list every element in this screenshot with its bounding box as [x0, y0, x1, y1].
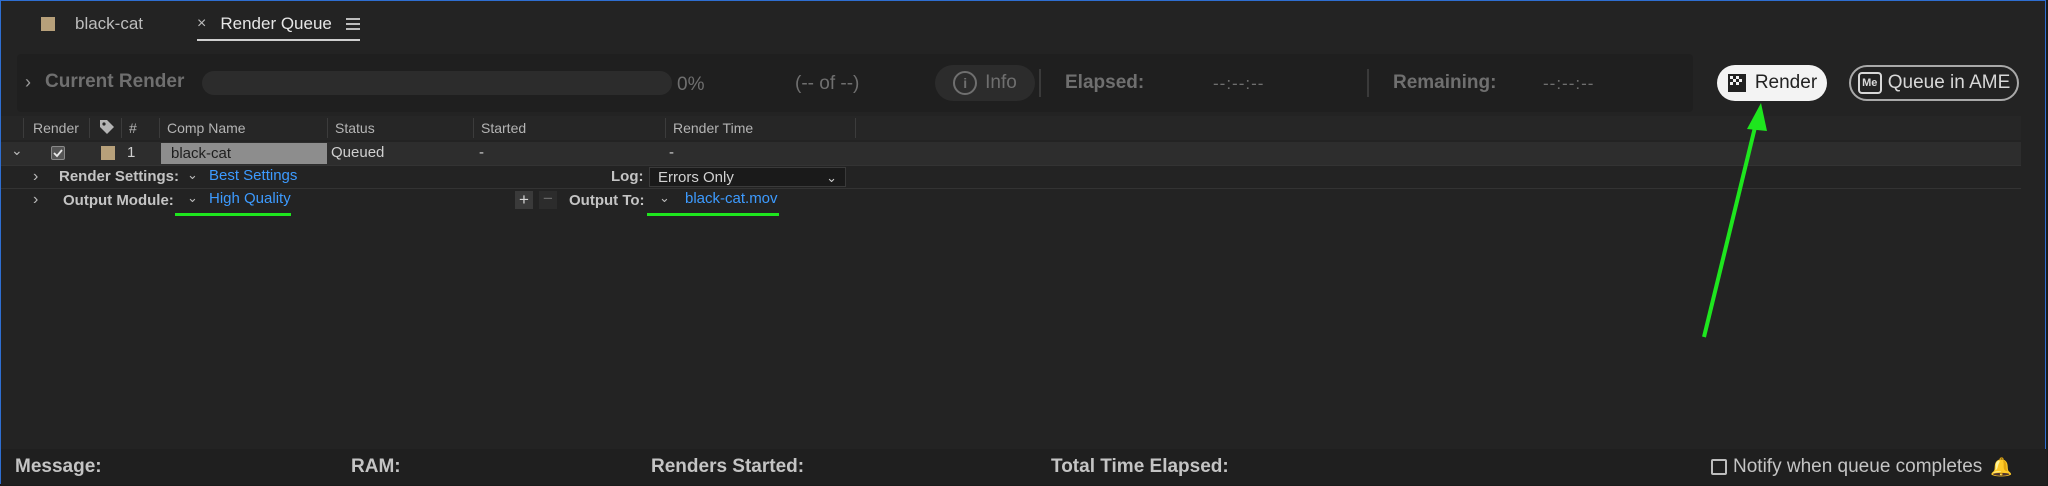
render-settings-link[interactable]: Best Settings [209, 167, 297, 184]
render-queue-panel: black-cat × Render Queue › Current Rende… [0, 0, 2047, 485]
render-settings-row: › Render Settings: ⌄ Best Settings Log: … [1, 167, 1001, 189]
log-dropdown[interactable]: Errors Only ⌄ [649, 167, 846, 187]
started-cell: - [479, 144, 484, 161]
output-to-label: Output To: [569, 192, 645, 209]
panel-menu-icon[interactable] [345, 18, 360, 30]
render-percent: 0% [677, 74, 705, 95]
notify-label: Notify when queue completes [1733, 456, 1983, 477]
annotation-underline [175, 213, 291, 216]
renders-started-label: Renders Started: [651, 456, 805, 477]
column-header-started[interactable]: Started [481, 120, 526, 136]
total-time-elapsed-label: Total Time Elapsed: [1051, 456, 1229, 477]
elapsed-label: Elapsed: [1065, 72, 1145, 93]
check-icon [53, 149, 63, 158]
label-tag-icon[interactable] [99, 119, 115, 135]
bell-settings-icon[interactable]: 🔔 [1990, 457, 2012, 478]
annotation-underline [647, 213, 779, 216]
output-to-link[interactable]: black-cat.mov [685, 190, 778, 207]
notify-checkbox[interactable] [1711, 459, 1727, 475]
add-output-module-button[interactable]: + [515, 191, 533, 209]
media-encoder-icon: Me [1857, 72, 1882, 94]
column-header-status[interactable]: Status [335, 120, 375, 136]
render-settings-dropdown-chevron[interactable]: ⌄ [187, 167, 198, 183]
remove-output-module-button[interactable]: − [539, 190, 557, 209]
comp-name-cell[interactable]: black-cat [161, 143, 327, 164]
status-footer: Message: RAM: Renders Started: Total Tim… [1, 449, 2047, 485]
render-checkbox[interactable] [51, 146, 65, 160]
queue-in-ame-button[interactable]: Me Queue in AME [1849, 65, 2019, 101]
chevron-right-icon[interactable]: › [33, 168, 38, 186]
row-number: 1 [127, 144, 136, 161]
chevron-right-icon[interactable]: › [33, 191, 38, 209]
render-count: (-- of --) [795, 73, 860, 94]
status-cell: Queued [331, 144, 385, 161]
column-divider [23, 118, 24, 138]
tab-label: Render Queue [220, 14, 332, 33]
tab-label: black-cat [75, 14, 144, 33]
column-divider [665, 118, 666, 138]
column-header-number[interactable]: # [129, 120, 137, 136]
divider [1367, 69, 1369, 97]
column-header-render-time[interactable]: Render Time [673, 120, 753, 136]
remaining-label: Remaining: [1393, 72, 1497, 93]
column-divider [327, 118, 328, 138]
output-module-link[interactable]: High Quality [209, 190, 291, 207]
output-to-dropdown-chevron[interactable]: ⌄ [659, 190, 670, 206]
info-button[interactable]: i Info [935, 65, 1035, 101]
log-dropdown-value: Errors Only [658, 169, 734, 186]
chevron-right-icon[interactable]: › [25, 72, 31, 93]
tab-black-cat[interactable]: black-cat [41, 9, 143, 39]
render-progress-bar [202, 71, 672, 95]
annotation-arrow [1702, 103, 1767, 338]
column-divider [855, 118, 856, 138]
close-icon[interactable]: × [197, 15, 206, 33]
queue-in-ame-label: Queue in AME [1887, 72, 2011, 93]
elapsed-value: --:--:-- [1213, 74, 1265, 93]
current-render-panel: › Current Render 0% (-- of --) i Info El… [17, 54, 1693, 112]
ram-label: RAM: [351, 456, 401, 477]
info-icon: i [953, 71, 978, 95]
label-color-swatch[interactable] [101, 146, 115, 160]
info-button-label: Info [985, 72, 1017, 93]
notify-checkbox-control[interactable]: Notify when queue completes 🔔 [1711, 456, 2013, 478]
log-label: Log: [611, 168, 644, 185]
render-settings-label: Render Settings: [59, 168, 180, 185]
divider [1039, 69, 1041, 97]
current-render-title: Current Render [45, 71, 185, 92]
output-module-dropdown-chevron[interactable]: ⌄ [187, 190, 198, 206]
remaining-value: --:--:-- [1543, 74, 1595, 93]
column-divider [473, 118, 474, 138]
render-time-cell: - [669, 144, 674, 161]
composition-color-swatch [41, 17, 55, 31]
render-icon [1727, 74, 1746, 92]
chevron-down-icon[interactable]: ⌄ [11, 142, 23, 159]
render-button-label: Render [1754, 72, 1818, 93]
output-module-label: Output Module: [63, 192, 174, 209]
tab-render-queue[interactable]: × Render Queue [197, 9, 360, 41]
output-module-row: › Output Module: ⌄ High Quality + − Outp… [1, 190, 1001, 212]
column-header-comp-name[interactable]: Comp Name [167, 120, 246, 136]
tab-bar: black-cat × Render Queue [1, 1, 2045, 43]
render-button[interactable]: Render [1717, 65, 1827, 101]
column-divider [121, 118, 122, 138]
message-label: Message: [15, 456, 102, 477]
column-divider [89, 118, 90, 138]
column-header-render[interactable]: Render [33, 120, 79, 136]
column-divider [159, 118, 160, 138]
chevron-down-icon: ⌄ [826, 170, 837, 185]
